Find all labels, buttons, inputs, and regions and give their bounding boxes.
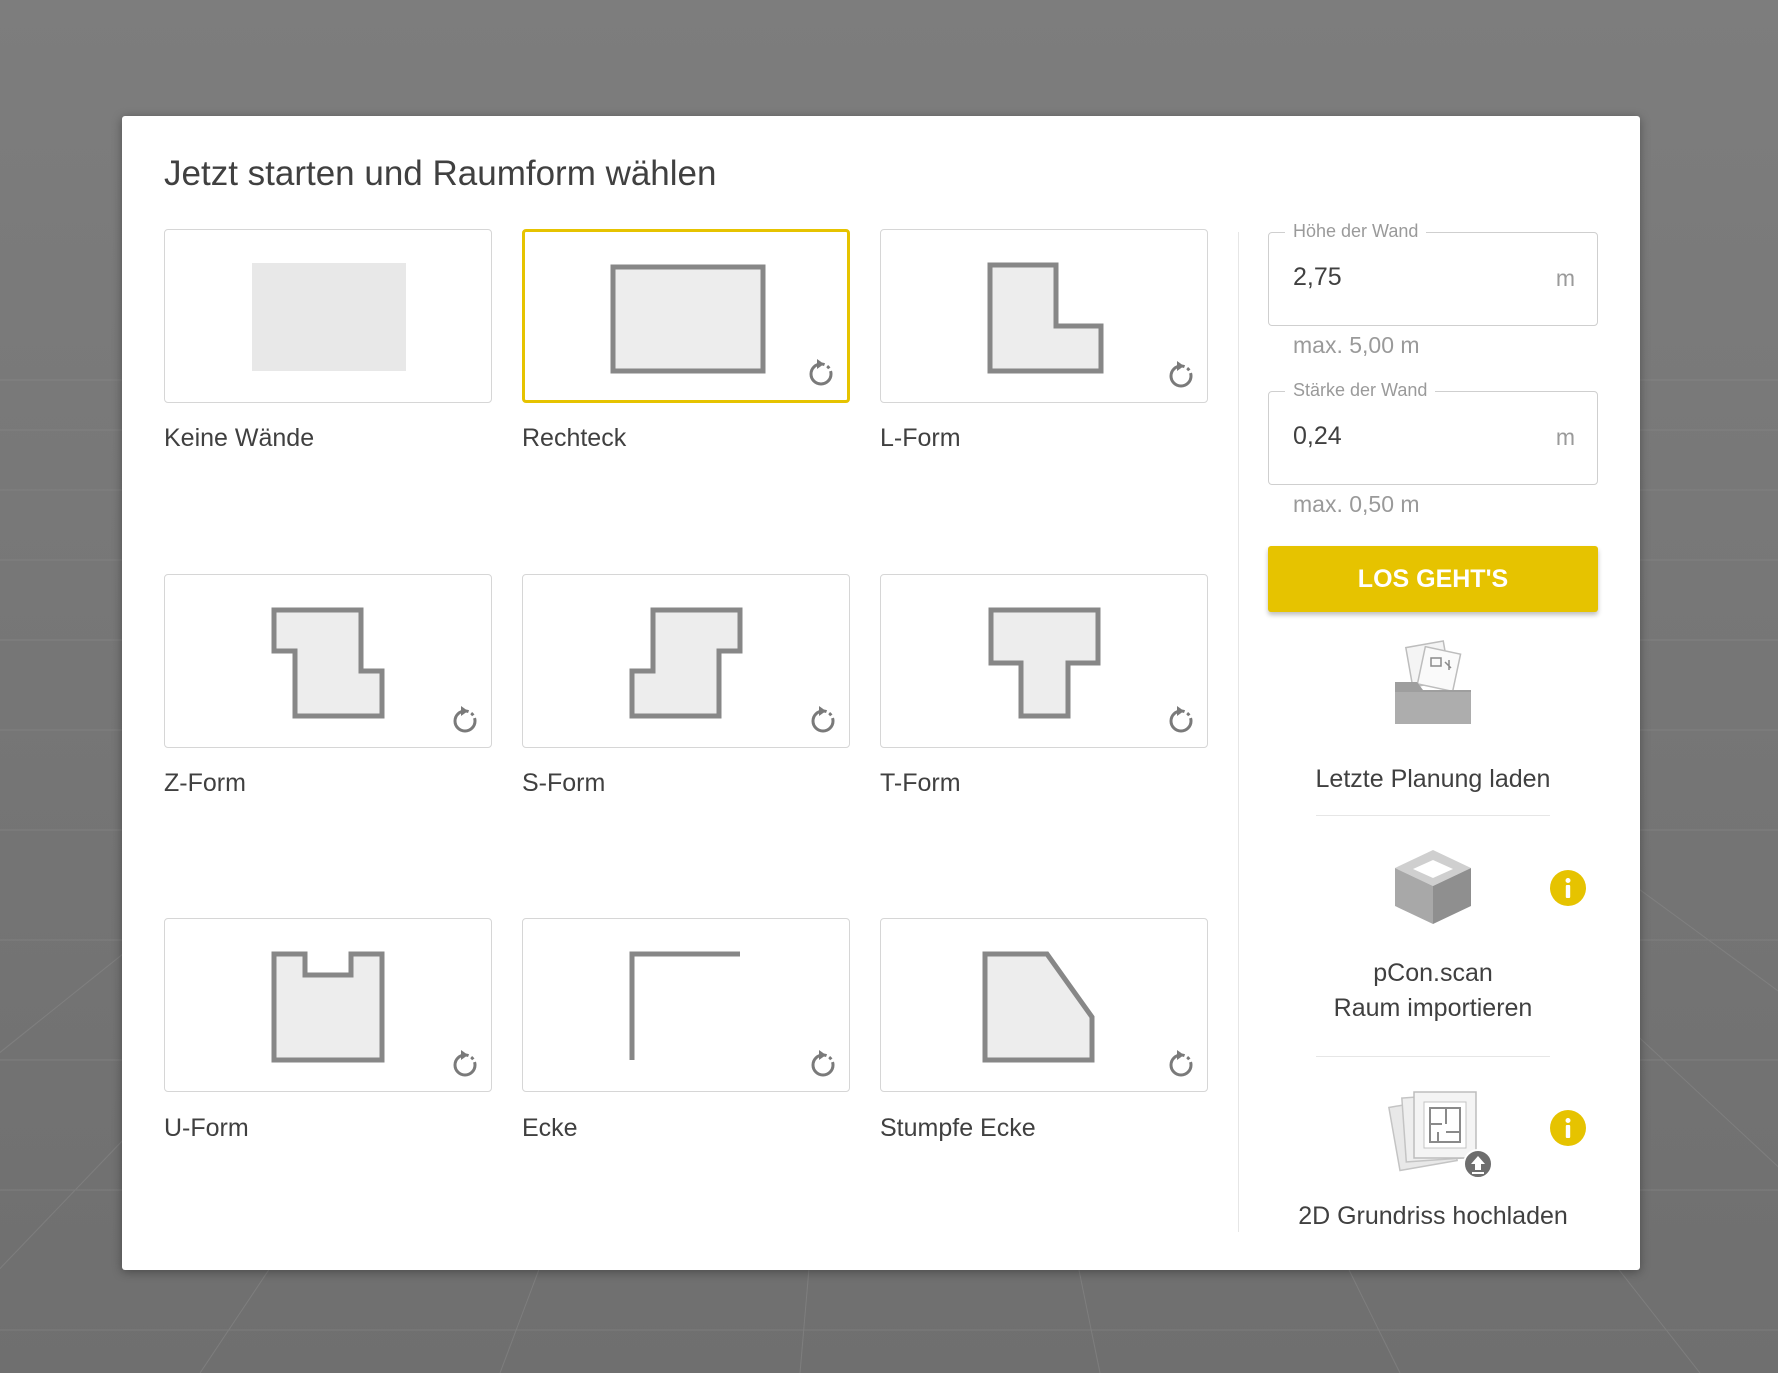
wall-height-unit: m [1555,265,1575,291]
info-icon[interactable] [1550,870,1586,906]
rotate-icon[interactable] [1165,705,1197,737]
rectangle-shape-icon [610,264,766,374]
wall-thickness-unit: m [1555,424,1575,450]
folder-icon [1395,640,1471,724]
shape-tile-rectangle[interactable] [522,229,850,403]
shape-tile-obtuse-corner[interactable] [880,918,1208,1092]
vertical-divider [1238,232,1239,1232]
rotate-icon[interactable] [1165,1049,1197,1081]
shape-label-corner: Ecke [522,1114,578,1142]
upload-2d-floorplan-label: 2D Grundriss hochladen [1298,1202,1568,1230]
shape-label-z-form: Z-Form [164,769,246,797]
shape-label-l-form: L-Form [880,424,961,452]
room-shape-dialog: Jetzt starten und Raumform wählen Keine … [122,116,1640,1270]
wall-thickness-hint: max. 0,50 m [1293,491,1420,517]
wall-height-hint: max. 5,00 m [1293,332,1420,358]
shape-tile-corner[interactable] [522,918,850,1092]
rotate-icon[interactable] [807,1049,839,1081]
shape-label-t-form: T-Form [880,769,961,797]
rotate-icon[interactable] [805,358,837,390]
floorplan-upload-icon [1388,1091,1493,1179]
shape-label-u-form: U-Form [164,1114,249,1142]
u-shape-icon [271,951,385,1063]
shape-tile-s-form[interactable] [522,574,850,748]
z-shape-icon [271,607,385,719]
load-last-planning-label: Letzte Planung laden [1315,765,1551,793]
load-last-planning-action[interactable]: Letzte Planung laden [1268,640,1598,820]
pcon-scan-label-line1: pCon.scan [1373,959,1493,987]
wall-thickness-input[interactable] [1293,422,1523,451]
separator [1316,1056,1550,1057]
shape-tile-no-walls[interactable] [164,229,492,403]
shape-label-no-walls: Keine Wände [164,424,315,452]
wall-height-legend: Höhe der Wand [1285,221,1427,242]
shape-label-rectangle: Rechteck [522,424,627,452]
l-shape-icon [987,262,1104,374]
separator [1316,815,1550,816]
rotate-icon[interactable] [807,705,839,737]
corner-shape-icon [629,951,740,1060]
shape-label-s-form: S-Form [522,769,606,797]
rotate-icon[interactable] [449,1049,481,1081]
shape-tile-z-form[interactable] [164,574,492,748]
shape-label-obtuse-corner: Stumpfe Ecke [880,1114,1036,1142]
info-icon[interactable] [1550,1110,1586,1146]
t-shape-icon [988,607,1101,719]
shape-tile-l-form[interactable] [880,229,1208,403]
pcon-scan-import-action[interactable]: pCon.scan Raum importieren [1268,846,1598,1046]
wall-height-input[interactable] [1293,263,1523,292]
wall-thickness-legend: Stärke der Wand [1285,380,1436,401]
upload-2d-floorplan-action[interactable]: 2D Grundriss hochladen [1268,1086,1598,1266]
wall-height-field: Höhe der Wand m [1268,221,1598,326]
obtuse-corner-shape-icon [982,951,1095,1063]
rotate-icon[interactable] [1165,360,1197,392]
shape-tile-u-form[interactable] [164,918,492,1092]
dialog-title: Jetzt starten und Raumform wählen [164,154,717,193]
box-scan-icon [1395,850,1471,924]
no-walls-shape-icon [252,263,406,371]
pcon-scan-label-line2: Raum importieren [1333,994,1533,1022]
shape-tile-t-form[interactable] [880,574,1208,748]
wall-thickness-field: Stärke der Wand m [1268,380,1598,485]
start-button[interactable]: LOS GEHT'S [1268,546,1598,612]
rotate-icon[interactable] [449,705,481,737]
s-shape-icon [629,607,743,719]
